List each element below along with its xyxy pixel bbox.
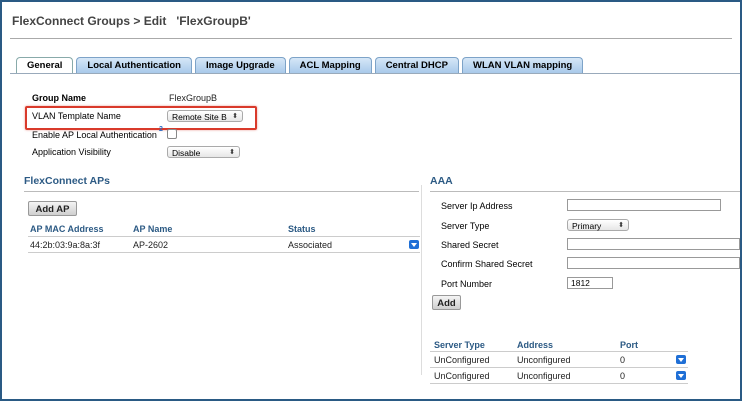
col-ap-name: AP Name xyxy=(133,224,173,234)
aaa-row-rule xyxy=(430,367,688,368)
highlight-box xyxy=(25,106,257,130)
aaa-header-rule xyxy=(430,351,688,352)
tab-central-dhcp[interactable]: Central DHCP xyxy=(374,57,459,73)
ap-name-cell: AP-2602 xyxy=(133,240,169,250)
col-port: Port xyxy=(620,340,638,350)
tab-image-upgrade[interactable]: Image Upgrade xyxy=(195,57,286,73)
breadcrumb: FlexConnect Groups > Edit xyxy=(12,14,167,28)
tab-local-authentication[interactable]: Local Authentication xyxy=(76,57,192,73)
server-type-cell: UnConfigured xyxy=(434,371,490,381)
title-divider xyxy=(10,38,732,39)
server-ip-label: Server Ip Address xyxy=(441,201,513,211)
tab-bar: General Local Authentication Image Upgra… xyxy=(16,57,586,74)
group-name-label: Group Name xyxy=(32,93,87,103)
window-frame: FlexConnect Groups > Edit 'FlexGroupB' G… xyxy=(0,0,742,401)
port-number-label: Port Number xyxy=(441,279,493,289)
server-ip-input[interactable] xyxy=(567,199,721,211)
local-auth-checkbox[interactable] xyxy=(167,129,177,139)
aaa-row-rule xyxy=(430,383,688,384)
tab-divider xyxy=(10,73,740,74)
app-visibility-value: Disable xyxy=(172,148,201,158)
shared-secret-label: Shared Secret xyxy=(441,240,499,250)
tab-wlan-vlan-mapping[interactable]: WLAN VLAN mapping xyxy=(461,57,584,73)
address-cell: Unconfigured xyxy=(517,355,571,365)
tab-general[interactable]: General xyxy=(16,57,74,74)
app-visibility-label: Application Visibility xyxy=(32,147,111,157)
aps-row-rule xyxy=(28,252,420,253)
aaa-divider xyxy=(430,191,740,192)
col-ap-mac: AP MAC Address xyxy=(30,224,104,234)
page-title: FlexConnect Groups > Edit 'FlexGroupB' xyxy=(12,14,251,28)
row-dropdown-icon[interactable] xyxy=(676,355,686,364)
confirm-secret-label: Confirm Shared Secret xyxy=(441,259,533,269)
group-title: 'FlexGroupB' xyxy=(176,14,251,28)
shared-secret-input[interactable] xyxy=(567,238,740,250)
select-arrows-icon: ⬍ xyxy=(618,222,624,229)
row-dropdown-icon[interactable] xyxy=(409,240,419,249)
flexconnect-aps-title: FlexConnect APs xyxy=(24,175,110,187)
ap-mac-cell: 44:2b:03:9a:8a:3f xyxy=(30,240,101,250)
col-ap-status: Status xyxy=(288,224,316,234)
ap-status-cell: Associated xyxy=(288,240,333,250)
row-dropdown-icon[interactable] xyxy=(676,371,686,380)
group-name-value: FlexGroupB xyxy=(169,93,218,103)
aaa-add-button[interactable]: Add xyxy=(432,295,461,310)
local-auth-label: Enable AP Local Authentication xyxy=(32,130,157,140)
aps-divider xyxy=(24,191,419,192)
tab-acl-mapping[interactable]: ACL Mapping xyxy=(288,57,372,73)
aaa-title: AAA xyxy=(430,175,453,187)
col-server-type: Server Type xyxy=(434,340,485,350)
server-type-cell: UnConfigured xyxy=(434,355,490,365)
app-visibility-select[interactable]: Disable ⬍ xyxy=(167,146,240,158)
column-separator xyxy=(421,185,422,375)
select-arrows-icon: ⬍ xyxy=(229,149,235,156)
aps-header-rule xyxy=(28,236,420,237)
server-type-select[interactable]: Primary ⬍ xyxy=(567,219,629,231)
server-type-value: Primary xyxy=(572,221,602,231)
server-type-label: Server Type xyxy=(441,221,490,231)
help-icon[interactable]: 2 xyxy=(159,126,163,133)
add-ap-button[interactable]: Add AP xyxy=(28,201,77,216)
confirm-secret-input[interactable] xyxy=(567,257,740,269)
col-address: Address xyxy=(517,340,554,350)
port-cell: 0 xyxy=(620,371,626,381)
address-cell: Unconfigured xyxy=(517,371,571,381)
port-cell: 0 xyxy=(620,355,626,365)
port-number-input[interactable]: 1812 xyxy=(567,277,613,289)
